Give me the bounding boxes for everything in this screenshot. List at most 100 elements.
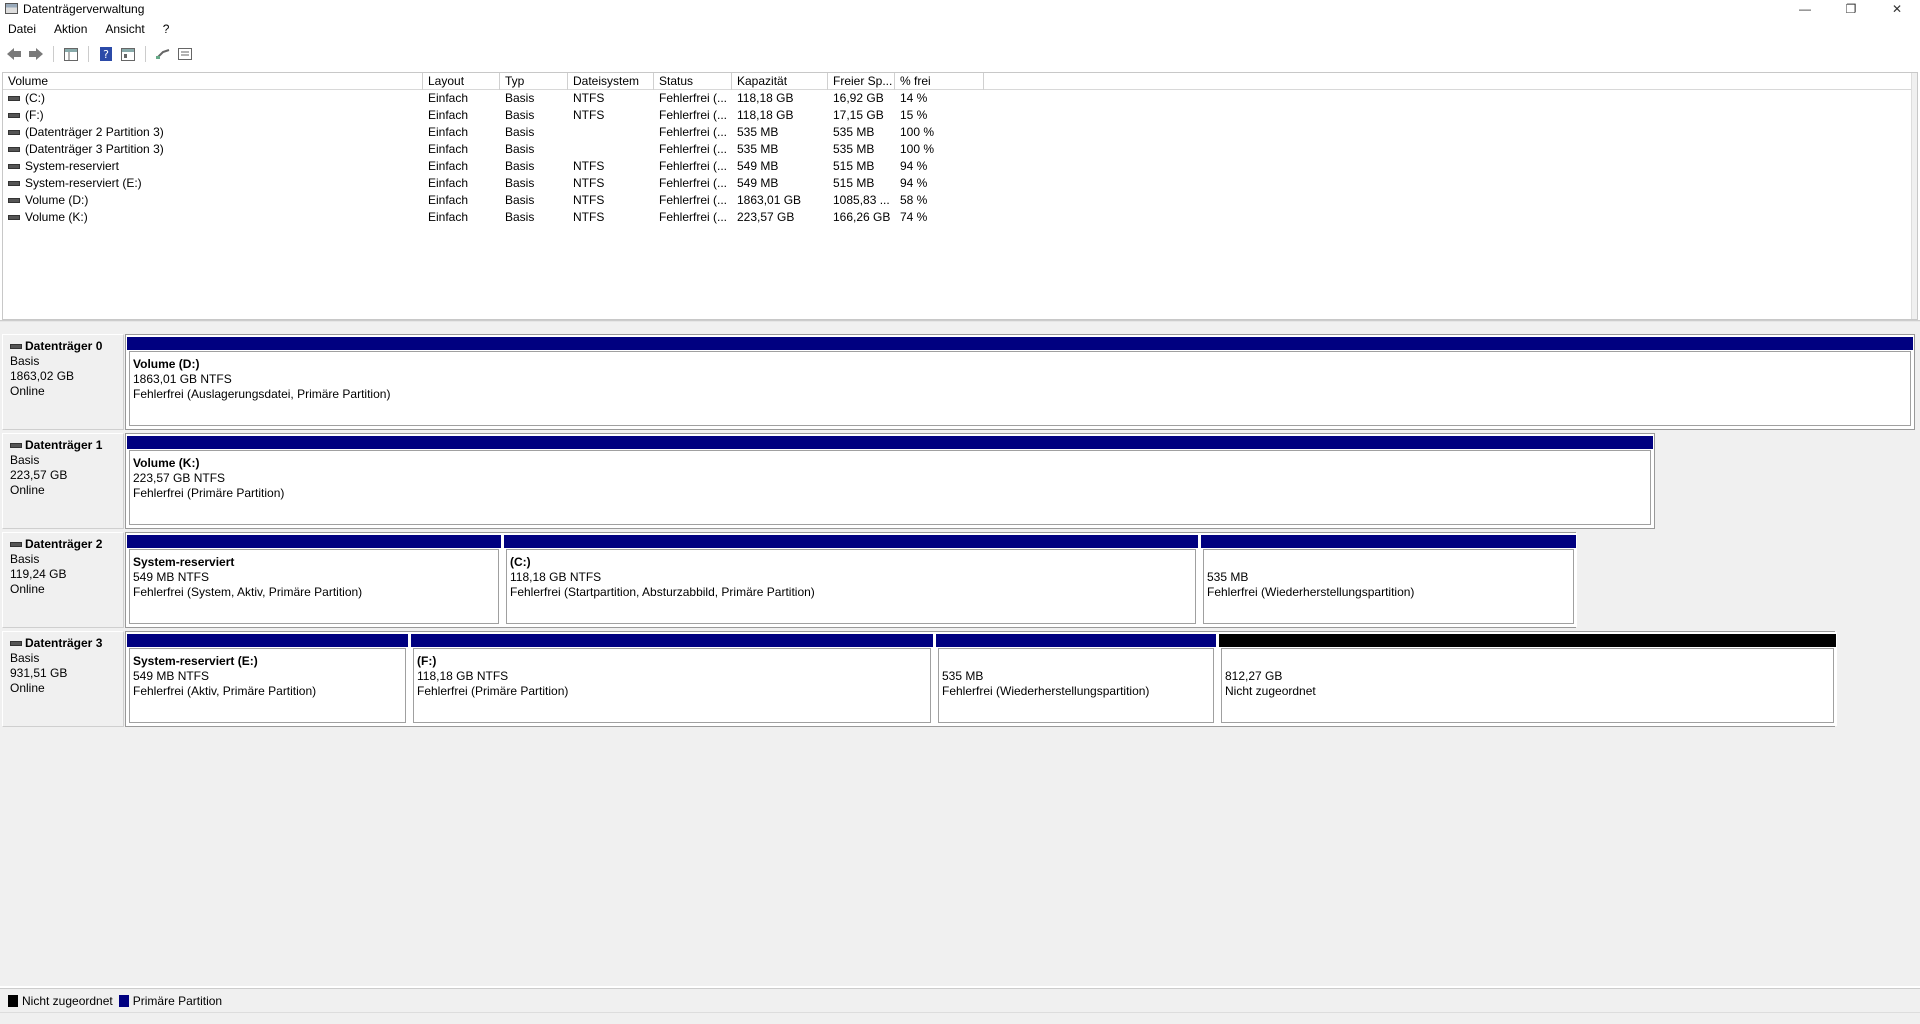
partition-details: System-reserviert (E:) 549 MB NTFS Fehlerf… xyxy=(129,648,406,723)
cell-capacity: 118,18 GB xyxy=(737,91,794,105)
table-row[interactable]: (C:) Einfach Basis NTFS Fehlerfrei (... 118,1… xyxy=(3,90,1917,107)
column-header-layout[interactable]: Layout xyxy=(423,73,500,90)
partition[interactable]: Volume (D:) 1863,01 GB NTFS Fehlerfrei (Au… xyxy=(126,335,1914,429)
table-row[interactable]: Volume (D:) Einfach Basis NTFS Fehlerfrei (.… xyxy=(3,192,1917,209)
volume-name: (F:) xyxy=(25,108,44,122)
column-header-free-space[interactable]: Freier Sp... xyxy=(828,73,895,90)
disk-label[interactable]: Datenträger 1 Basis 223,57 GB Online xyxy=(2,433,124,529)
table-row[interactable]: (F:) Einfach Basis NTFS Fehlerfrei (... 118,1… xyxy=(3,107,1917,124)
column-header-type[interactable]: Typ xyxy=(500,73,568,90)
cell-percent-free: 58 % xyxy=(900,193,928,207)
partition-color-bar xyxy=(411,634,933,647)
cell-status: Fehlerfrei (... xyxy=(659,159,728,173)
volume-name: System-reserviert xyxy=(25,159,120,173)
console-tree-icon[interactable] xyxy=(62,46,80,62)
restore-button[interactable]: ❐ xyxy=(1828,0,1874,17)
cell-percent-free: 100 % xyxy=(900,125,935,139)
disk-name: Datenträger 1 xyxy=(10,438,123,453)
partition[interactable]: 535 MB Fehlerfrei (Wiederherstellungspart… xyxy=(1200,533,1577,627)
minimize-button[interactable]: — xyxy=(1782,0,1828,17)
partition-color-bar xyxy=(127,337,1913,350)
details-icon[interactable] xyxy=(176,46,194,62)
forward-arrow-icon[interactable] xyxy=(27,46,45,62)
partition-name: Volume (K:) xyxy=(133,456,200,470)
menu-help[interactable]: ? xyxy=(154,22,179,36)
table-row[interactable]: System-reserviert (E:) Einfach Basis NTFS Fe… xyxy=(3,175,1917,192)
cell-filesystem: NTFS xyxy=(573,159,605,173)
menu-datei[interactable]: Datei xyxy=(0,22,45,36)
column-header-filesystem[interactable]: Dateisystem xyxy=(568,73,654,90)
back-arrow-icon[interactable] xyxy=(5,46,23,62)
volume-list: Volume Layout Typ Dateisystem Status Kap… xyxy=(2,72,1918,320)
status-bar xyxy=(0,1012,1920,1024)
cell-capacity: 549 MB xyxy=(737,176,779,190)
disk-label[interactable]: Datenträger 0 Basis 1863,02 GB Online xyxy=(2,334,124,430)
partition[interactable]: System-reserviert (E:) 549 MB NTFS Fehlerf… xyxy=(126,632,409,726)
column-header-capacity[interactable]: Kapazität xyxy=(732,73,828,90)
toolbar-separator xyxy=(53,46,54,62)
volume-drive-icon xyxy=(8,147,20,152)
partition-details: System-reserviert 549 MB NTFS Fehlerfrei (… xyxy=(129,549,499,624)
menu-aktion[interactable]: Aktion xyxy=(45,22,96,36)
cell-volume: (Datenträger 2 Partition 3) xyxy=(3,124,423,141)
volume-name: (Datenträger 3 Partition 3) xyxy=(25,142,164,156)
disk-partitions: Volume (K:) 223,57 GB NTFS Fehlerfrei (Pri… xyxy=(125,433,1655,529)
table-row[interactable]: Volume (K:) Einfach Basis NTFS Fehlerfrei (.… xyxy=(3,209,1917,226)
cell-capacity: 549 MB xyxy=(737,159,779,173)
disk-name-text: Datenträger 3 xyxy=(25,636,103,650)
cell-free-space: 535 MB xyxy=(833,125,875,139)
partition-size: 812,27 GB xyxy=(1225,669,1283,683)
disk-type: Basis xyxy=(10,552,40,566)
cell-layout: Einfach xyxy=(428,159,469,173)
legend-swatch-unallocated xyxy=(8,994,18,1007)
partition-size: 118,18 GB NTFS xyxy=(510,570,602,584)
legend: Nicht zugeordnet Primäre Partition xyxy=(0,988,1920,1012)
cell-percent-free: 94 % xyxy=(900,176,928,190)
disk-partitions: System-reserviert 549 MB NTFS Fehlerfrei (… xyxy=(125,532,1577,628)
close-button[interactable]: ✕ xyxy=(1874,0,1920,17)
volume-name: (Datenträger 2 Partition 3) xyxy=(25,125,164,139)
disk-label[interactable]: Datenträger 2 Basis 119,24 GB Online xyxy=(2,532,124,628)
partition-details: 812,27 GB Nicht zugeordnet xyxy=(1221,648,1834,723)
disk-graphical-view: Datenträger 0 Basis 1863,02 GB Online Volume… xyxy=(0,322,1920,986)
volume-drive-icon xyxy=(8,215,20,220)
vertical-scrollbar[interactable] xyxy=(1911,73,1917,319)
partition[interactable]: Volume (K:) 223,57 GB NTFS Fehlerfrei (Pri… xyxy=(126,434,1654,528)
partition[interactable]: 535 MB Fehlerfrei (Wiederherstellungspart… xyxy=(935,632,1217,726)
disk-state: Online xyxy=(10,483,45,497)
column-header-percent-free[interactable]: % frei xyxy=(895,73,984,90)
partition[interactable]: (C:) 118,18 GB NTFS Fehlerfrei (Startparti… xyxy=(503,533,1199,627)
title-bar: Datenträgerverwaltung — ❐ ✕ xyxy=(0,0,1920,17)
column-header-volume[interactable]: Volume xyxy=(3,73,423,90)
unallocated-space[interactable]: 812,27 GB Nicht zugeordnet xyxy=(1218,632,1837,726)
window-controls: — ❐ ✕ xyxy=(1782,0,1920,17)
partition[interactable]: System-reserviert 549 MB NTFS Fehlerfrei (… xyxy=(126,533,502,627)
volume-drive-icon xyxy=(8,96,20,101)
partition[interactable]: (F:) 118,18 GB NTFS Fehlerfrei (Primäre Pa… xyxy=(410,632,934,726)
disk-state: Online xyxy=(10,582,45,596)
partition-details: Volume (K:) 223,57 GB NTFS Fehlerfrei (Pri… xyxy=(129,450,1651,525)
properties-icon[interactable] xyxy=(119,46,137,62)
disk-label[interactable]: Datenträger 3 Basis 931,51 GB Online xyxy=(2,631,124,727)
partition-color-bar xyxy=(936,634,1216,647)
cell-volume: (F:) xyxy=(3,107,423,124)
table-row[interactable]: (Datenträger 3 Partition 3) Einfach Basis F… xyxy=(3,141,1917,158)
cell-type: Basis xyxy=(505,125,535,139)
cell-percent-free: 74 % xyxy=(900,210,928,224)
cell-type: Basis xyxy=(505,176,535,190)
partition-color-bar xyxy=(127,634,408,647)
table-row[interactable]: System-reserviert Einfach Basis NTFS Fehlerf… xyxy=(3,158,1917,175)
cell-volume: Volume (K:) xyxy=(3,209,423,226)
cell-layout: Einfach xyxy=(428,210,469,224)
partition-status: Fehlerfrei (Wiederherstellungspartition) xyxy=(942,684,1150,698)
help-icon[interactable]: ? xyxy=(97,46,115,62)
connect-icon[interactable] xyxy=(154,46,172,62)
menu-ansicht[interactable]: Ansicht xyxy=(96,22,153,36)
cell-status: Fehlerfrei (... xyxy=(659,108,728,122)
cell-layout: Einfach xyxy=(428,193,469,207)
table-row[interactable]: (Datenträger 2 Partition 3) Einfach Basis F… xyxy=(3,124,1917,141)
disk-state: Online xyxy=(10,681,45,695)
column-header-status[interactable]: Status xyxy=(654,73,732,90)
disk-name-text: Datenträger 1 xyxy=(25,438,103,452)
cell-capacity: 118,18 GB xyxy=(737,108,794,122)
